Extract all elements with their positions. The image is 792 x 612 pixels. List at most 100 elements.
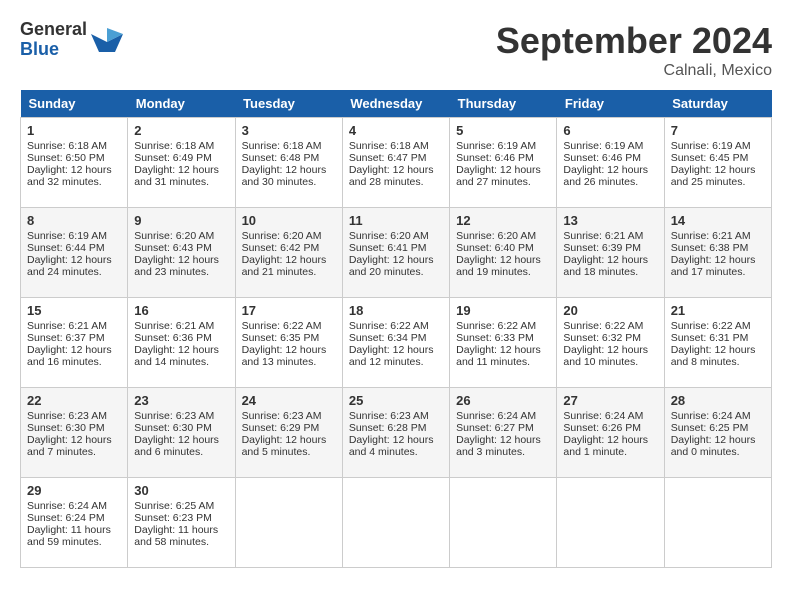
sunset-label: Sunset: 6:46 PM bbox=[456, 152, 534, 164]
calendar-week-4: 29 Sunrise: 6:24 AM Sunset: 6:24 PM Dayl… bbox=[21, 478, 772, 568]
sunrise-label: Sunrise: 6:20 AM bbox=[242, 230, 322, 242]
calendar-cell bbox=[450, 478, 557, 568]
day-number: 28 bbox=[671, 393, 765, 408]
calendar-cell: 18 Sunrise: 6:22 AM Sunset: 6:34 PM Dayl… bbox=[342, 298, 449, 388]
sunset-label: Sunset: 6:34 PM bbox=[349, 332, 427, 344]
calendar-cell: 9 Sunrise: 6:20 AM Sunset: 6:43 PM Dayli… bbox=[128, 208, 235, 298]
sunset-label: Sunset: 6:23 PM bbox=[134, 512, 212, 524]
day-number: 11 bbox=[349, 213, 443, 228]
sunset-label: Sunset: 6:28 PM bbox=[349, 422, 427, 434]
calendar-cell: 8 Sunrise: 6:19 AM Sunset: 6:44 PM Dayli… bbox=[21, 208, 128, 298]
sunset-label: Sunset: 6:27 PM bbox=[456, 422, 534, 434]
daylight-label: Daylight: 12 hours and 8 minutes. bbox=[671, 344, 756, 368]
day-number: 7 bbox=[671, 123, 765, 138]
sunset-label: Sunset: 6:33 PM bbox=[456, 332, 534, 344]
sunrise-label: Sunrise: 6:22 AM bbox=[456, 320, 536, 332]
calendar-cell: 15 Sunrise: 6:21 AM Sunset: 6:37 PM Dayl… bbox=[21, 298, 128, 388]
sunrise-label: Sunrise: 6:21 AM bbox=[563, 230, 643, 242]
calendar-cell: 20 Sunrise: 6:22 AM Sunset: 6:32 PM Dayl… bbox=[557, 298, 664, 388]
calendar-cell bbox=[664, 478, 771, 568]
sunset-label: Sunset: 6:30 PM bbox=[27, 422, 105, 434]
day-number: 12 bbox=[456, 213, 550, 228]
calendar-cell: 3 Sunrise: 6:18 AM Sunset: 6:48 PM Dayli… bbox=[235, 118, 342, 208]
sunset-label: Sunset: 6:39 PM bbox=[563, 242, 641, 254]
daylight-label: Daylight: 11 hours and 58 minutes. bbox=[134, 524, 218, 548]
sunrise-label: Sunrise: 6:18 AM bbox=[349, 140, 429, 152]
sunset-label: Sunset: 6:32 PM bbox=[563, 332, 641, 344]
sunrise-label: Sunrise: 6:22 AM bbox=[242, 320, 322, 332]
sunrise-label: Sunrise: 6:24 AM bbox=[27, 500, 107, 512]
calendar-cell: 28 Sunrise: 6:24 AM Sunset: 6:25 PM Dayl… bbox=[664, 388, 771, 478]
day-number: 2 bbox=[134, 123, 228, 138]
day-number: 30 bbox=[134, 483, 228, 498]
sunset-label: Sunset: 6:48 PM bbox=[242, 152, 320, 164]
sunset-label: Sunset: 6:35 PM bbox=[242, 332, 320, 344]
day-number: 9 bbox=[134, 213, 228, 228]
sunset-label: Sunset: 6:47 PM bbox=[349, 152, 427, 164]
daylight-label: Daylight: 12 hours and 23 minutes. bbox=[134, 254, 219, 278]
col-friday: Friday bbox=[557, 90, 664, 118]
daylight-label: Daylight: 11 hours and 59 minutes. bbox=[27, 524, 111, 548]
col-sunday: Sunday bbox=[21, 90, 128, 118]
daylight-label: Daylight: 12 hours and 31 minutes. bbox=[134, 164, 219, 188]
sunrise-label: Sunrise: 6:22 AM bbox=[671, 320, 751, 332]
calendar-cell: 26 Sunrise: 6:24 AM Sunset: 6:27 PM Dayl… bbox=[450, 388, 557, 478]
sunset-label: Sunset: 6:49 PM bbox=[134, 152, 212, 164]
day-number: 26 bbox=[456, 393, 550, 408]
sunrise-label: Sunrise: 6:19 AM bbox=[563, 140, 643, 152]
calendar-cell: 30 Sunrise: 6:25 AM Sunset: 6:23 PM Dayl… bbox=[128, 478, 235, 568]
calendar-cell: 23 Sunrise: 6:23 AM Sunset: 6:30 PM Dayl… bbox=[128, 388, 235, 478]
sunrise-label: Sunrise: 6:23 AM bbox=[242, 410, 322, 422]
calendar-week-0: 1 Sunrise: 6:18 AM Sunset: 6:50 PM Dayli… bbox=[21, 118, 772, 208]
day-number: 29 bbox=[27, 483, 121, 498]
sunset-label: Sunset: 6:31 PM bbox=[671, 332, 749, 344]
col-saturday: Saturday bbox=[664, 90, 771, 118]
daylight-label: Daylight: 12 hours and 6 minutes. bbox=[134, 434, 219, 458]
day-number: 1 bbox=[27, 123, 121, 138]
daylight-label: Daylight: 12 hours and 4 minutes. bbox=[349, 434, 434, 458]
daylight-label: Daylight: 12 hours and 11 minutes. bbox=[456, 344, 541, 368]
calendar-cell: 29 Sunrise: 6:24 AM Sunset: 6:24 PM Dayl… bbox=[21, 478, 128, 568]
header-row: Sunday Monday Tuesday Wednesday Thursday… bbox=[21, 90, 772, 118]
calendar-cell: 5 Sunrise: 6:19 AM Sunset: 6:46 PM Dayli… bbox=[450, 118, 557, 208]
day-number: 23 bbox=[134, 393, 228, 408]
day-number: 18 bbox=[349, 303, 443, 318]
calendar-cell: 7 Sunrise: 6:19 AM Sunset: 6:45 PM Dayli… bbox=[664, 118, 771, 208]
sunrise-label: Sunrise: 6:25 AM bbox=[134, 500, 214, 512]
sunrise-label: Sunrise: 6:24 AM bbox=[563, 410, 643, 422]
sunrise-label: Sunrise: 6:19 AM bbox=[671, 140, 751, 152]
sunrise-label: Sunrise: 6:20 AM bbox=[134, 230, 214, 242]
calendar-cell: 4 Sunrise: 6:18 AM Sunset: 6:47 PM Dayli… bbox=[342, 118, 449, 208]
logo: General Blue bbox=[20, 20, 123, 60]
sunset-label: Sunset: 6:40 PM bbox=[456, 242, 534, 254]
calendar-cell: 25 Sunrise: 6:23 AM Sunset: 6:28 PM Dayl… bbox=[342, 388, 449, 478]
calendar-week-1: 8 Sunrise: 6:19 AM Sunset: 6:44 PM Dayli… bbox=[21, 208, 772, 298]
daylight-label: Daylight: 12 hours and 0 minutes. bbox=[671, 434, 756, 458]
sunset-label: Sunset: 6:37 PM bbox=[27, 332, 105, 344]
col-tuesday: Tuesday bbox=[235, 90, 342, 118]
sunset-label: Sunset: 6:29 PM bbox=[242, 422, 320, 434]
sunrise-label: Sunrise: 6:24 AM bbox=[671, 410, 751, 422]
calendar-cell: 17 Sunrise: 6:22 AM Sunset: 6:35 PM Dayl… bbox=[235, 298, 342, 388]
day-number: 15 bbox=[27, 303, 121, 318]
col-thursday: Thursday bbox=[450, 90, 557, 118]
daylight-label: Daylight: 12 hours and 25 minutes. bbox=[671, 164, 756, 188]
month-title: September 2024 bbox=[496, 20, 772, 62]
day-number: 21 bbox=[671, 303, 765, 318]
logo-text: General Blue bbox=[20, 20, 87, 60]
daylight-label: Daylight: 12 hours and 5 minutes. bbox=[242, 434, 327, 458]
calendar-cell: 16 Sunrise: 6:21 AM Sunset: 6:36 PM Dayl… bbox=[128, 298, 235, 388]
daylight-label: Daylight: 12 hours and 19 minutes. bbox=[456, 254, 541, 278]
sunset-label: Sunset: 6:26 PM bbox=[563, 422, 641, 434]
logo-blue: Blue bbox=[20, 40, 87, 60]
daylight-label: Daylight: 12 hours and 16 minutes. bbox=[27, 344, 112, 368]
calendar-cell: 19 Sunrise: 6:22 AM Sunset: 6:33 PM Dayl… bbox=[450, 298, 557, 388]
daylight-label: Daylight: 12 hours and 1 minute. bbox=[563, 434, 648, 458]
calendar-week-2: 15 Sunrise: 6:21 AM Sunset: 6:37 PM Dayl… bbox=[21, 298, 772, 388]
sunset-label: Sunset: 6:50 PM bbox=[27, 152, 105, 164]
page-header: General Blue September 2024 Calnali, Mex… bbox=[20, 20, 772, 80]
day-number: 27 bbox=[563, 393, 657, 408]
sunrise-label: Sunrise: 6:23 AM bbox=[349, 410, 429, 422]
sunrise-label: Sunrise: 6:21 AM bbox=[134, 320, 214, 332]
sunrise-label: Sunrise: 6:18 AM bbox=[134, 140, 214, 152]
